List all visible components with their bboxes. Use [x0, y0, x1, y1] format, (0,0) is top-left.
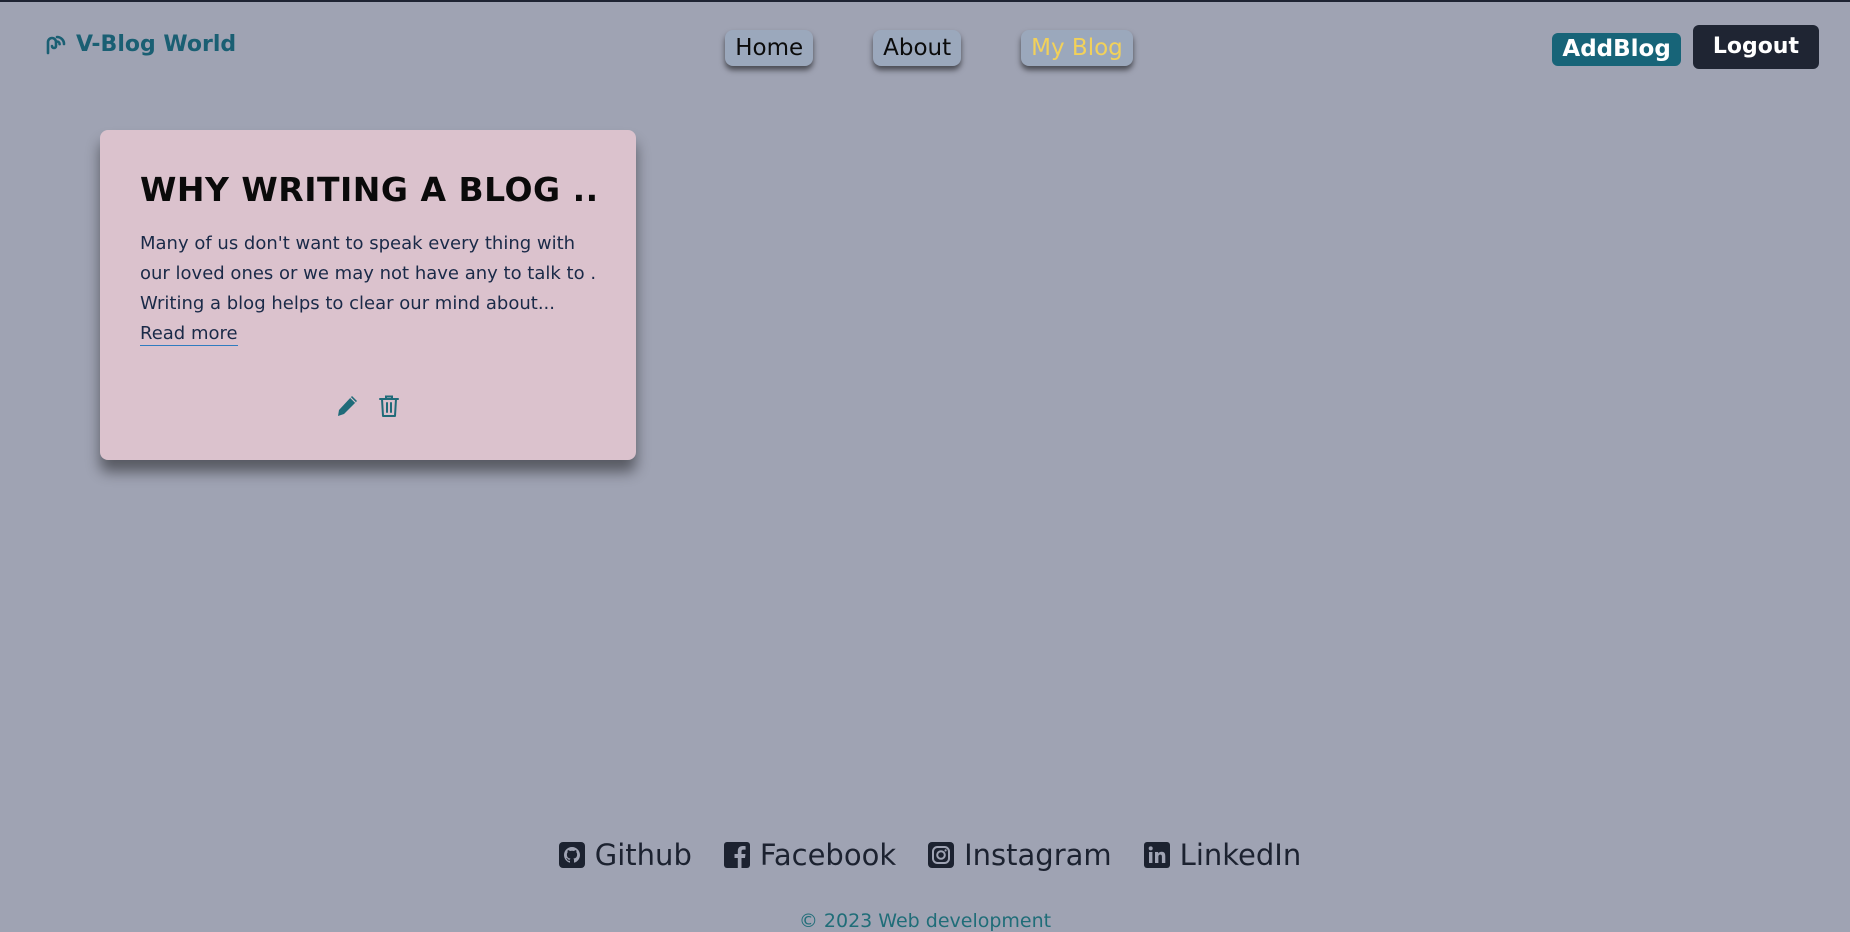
brand-label: V-Blog World [76, 32, 237, 57]
github-link[interactable]: Github [558, 838, 692, 872]
read-more-link[interactable]: Read more [140, 323, 238, 346]
github-link-label: Github [594, 838, 692, 872]
instagram-icon [928, 842, 955, 868]
blog-card-excerpt-line: our loved ones or we may not have any to… [140, 263, 597, 284]
facebook-link[interactable]: Facebook [723, 838, 897, 872]
add-blog-button[interactable]: AddBlog [1552, 32, 1681, 66]
blog-card-actions [100, 392, 636, 420]
footer-social-links: Github Facebook Instagram LinkedIn [0, 838, 1850, 872]
instagram-link[interactable]: Instagram [928, 838, 1112, 872]
linkedin-icon [1143, 842, 1170, 868]
blog-card-excerpt-line: Many of us don't want to speak every thi… [140, 233, 576, 254]
github-icon [558, 842, 585, 868]
logout-button[interactable]: Logout [1692, 25, 1819, 69]
blog-card-excerpt-line: Writing a blog helps to clear our mind a… [140, 293, 556, 314]
instagram-link-label: Instagram [964, 838, 1112, 872]
linkedin-link[interactable]: LinkedIn [1143, 838, 1302, 872]
pencil-icon[interactable] [333, 392, 361, 420]
copyright-text: © 2023 Web development [798, 910, 1052, 932]
brand-logo[interactable]: V-Blog World [44, 32, 236, 57]
navbar: V-Blog World Home About My Blog AddBlog … [0, 2, 1850, 92]
facebook-link-label: Facebook [759, 838, 897, 872]
nav-my-blog-button[interactable]: My Blog [1021, 30, 1133, 66]
facebook-icon [723, 842, 750, 868]
nav-about-button[interactable]: About [873, 30, 962, 66]
nav-home-button[interactable]: Home [725, 30, 814, 66]
rss-feed-icon [44, 33, 68, 57]
blog-card-title: WHY WRITING A BLOG ... [140, 170, 596, 209]
linkedin-link-label: LinkedIn [1179, 838, 1302, 872]
blog-card-excerpt: Many of us don't want to speak every thi… [140, 229, 596, 349]
blog-card: WHY WRITING A BLOG ... Many of us don't … [100, 130, 636, 460]
header-actions: AddBlog Logout [1552, 25, 1819, 69]
trash-icon[interactable] [375, 392, 403, 420]
